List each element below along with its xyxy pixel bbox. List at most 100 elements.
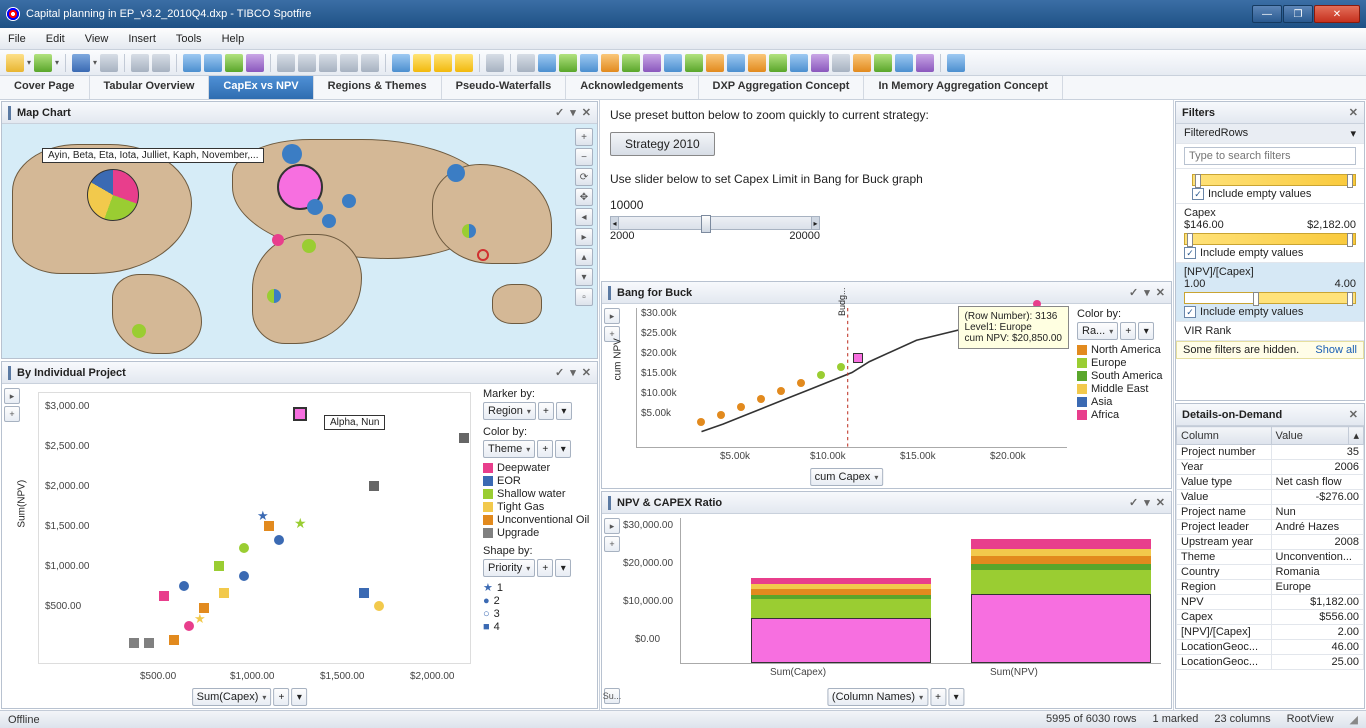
legend-item[interactable]: Tight Gas bbox=[483, 501, 593, 513]
extra2-viz-icon[interactable] bbox=[916, 54, 934, 72]
legend-item[interactable]: Unconventional Oil bbox=[483, 514, 593, 526]
scatter-x-add[interactable]: + bbox=[273, 688, 289, 706]
scatter-y-prev-icon[interactable]: ▸ bbox=[4, 388, 20, 404]
capex-range-slider[interactable] bbox=[1184, 233, 1356, 245]
scatter-markerby-dropdown[interactable]: Region▾ bbox=[483, 402, 536, 420]
details-close-icon[interactable]: ✕ bbox=[1349, 408, 1358, 421]
menu-insert[interactable]: Insert bbox=[128, 33, 156, 45]
tab-cover-page[interactable]: Cover Page bbox=[0, 76, 90, 99]
open-icon[interactable] bbox=[6, 54, 24, 72]
filter-search-input[interactable] bbox=[1184, 147, 1356, 165]
table-viz-icon[interactable] bbox=[517, 54, 535, 72]
legend-item[interactable]: EOR bbox=[483, 475, 593, 487]
scatter-shapeby-dropdown[interactable]: Priority▾ bbox=[483, 559, 535, 577]
menu-tools[interactable]: Tools bbox=[176, 33, 202, 45]
capex-limit-slider[interactable]: ◂ ▸ bbox=[610, 216, 820, 230]
npv-capex-chart-area[interactable]: $30,000.00 $20,000.00 $10,000.00 $0.00 bbox=[620, 514, 1171, 708]
tab-tabular-overview[interactable]: Tabular Overview bbox=[90, 76, 210, 99]
bar-viz-icon[interactable] bbox=[559, 54, 577, 72]
show-all-filters-link[interactable]: Show all bbox=[1315, 344, 1357, 356]
table-row[interactable]: Project leaderAndré Hazes bbox=[1177, 520, 1364, 535]
table-row[interactable]: Project nameNun bbox=[1177, 505, 1364, 520]
bookmark3-icon[interactable] bbox=[455, 54, 473, 72]
layout4-icon[interactable] bbox=[340, 54, 358, 72]
table-row[interactable]: RegionEurope bbox=[1177, 580, 1364, 595]
panel-close-icon[interactable]: ✕ bbox=[582, 106, 591, 119]
help-icon[interactable] bbox=[947, 54, 965, 72]
legend-item[interactable]: Deepwater bbox=[483, 462, 593, 474]
network-viz-icon[interactable] bbox=[874, 54, 892, 72]
scatter-x-menu[interactable]: ▾ bbox=[291, 688, 307, 706]
menu-help[interactable]: Help bbox=[222, 33, 245, 45]
crosstab-viz-icon[interactable] bbox=[538, 54, 556, 72]
tab-acknowledgements[interactable]: Acknowledgements bbox=[566, 76, 698, 99]
layout1-icon[interactable] bbox=[277, 54, 295, 72]
legend-item[interactable]: Europe bbox=[1077, 357, 1167, 369]
scatter-colorby-dropdown[interactable]: Theme▾ bbox=[483, 440, 535, 458]
treemap-viz-icon[interactable] bbox=[706, 54, 724, 72]
print-icon[interactable] bbox=[100, 54, 118, 72]
legend-item[interactable]: Upgrade bbox=[483, 527, 593, 539]
settings-icon[interactable] bbox=[246, 54, 264, 72]
undo-icon[interactable] bbox=[183, 54, 201, 72]
map-left-icon[interactable]: ◂ bbox=[575, 208, 593, 226]
menu-view[interactable]: View bbox=[85, 33, 109, 45]
table-row[interactable]: Project number35 bbox=[1177, 445, 1364, 460]
scatter-viz-icon[interactable] bbox=[643, 54, 661, 72]
parallel-viz-icon[interactable] bbox=[769, 54, 787, 72]
panel-menu-icon[interactable]: ▾ bbox=[570, 366, 576, 379]
npv-x-dropdown[interactable]: (Column Names)▾ bbox=[827, 688, 928, 706]
summary-viz-icon[interactable] bbox=[790, 54, 808, 72]
table-row[interactable]: NPV$1,182.00 bbox=[1177, 595, 1364, 610]
text-viz-icon[interactable] bbox=[832, 54, 850, 72]
ratio-range-slider[interactable] bbox=[1184, 292, 1356, 304]
map-extra-icon[interactable]: ▫ bbox=[575, 288, 593, 306]
table-row[interactable]: Value-$276.00 bbox=[1177, 490, 1364, 505]
legend-item[interactable]: South America bbox=[1077, 370, 1167, 382]
map-up-icon[interactable]: ▴ bbox=[575, 248, 593, 266]
tab-dxp-aggregation[interactable]: DXP Aggregation Concept bbox=[699, 76, 865, 99]
redo-icon[interactable] bbox=[204, 54, 222, 72]
status-resize-grip-icon[interactable]: ◢ bbox=[1350, 713, 1358, 726]
menu-edit[interactable]: Edit bbox=[46, 33, 65, 45]
tab-memory-aggregation[interactable]: In Memory Aggregation Concept bbox=[864, 76, 1063, 99]
bang-colorby-dropdown[interactable]: Ra...▾ bbox=[1077, 322, 1118, 340]
bookmark2-icon[interactable] bbox=[434, 54, 452, 72]
map-zoomin-icon[interactable]: + bbox=[575, 128, 593, 146]
map-right-icon[interactable]: ▸ bbox=[575, 228, 593, 246]
extra1-viz-icon[interactable] bbox=[895, 54, 913, 72]
tab-pseudo-waterfalls[interactable]: Pseudo-Waterfalls bbox=[442, 76, 567, 99]
bang-chart-area[interactable]: cum NPV $30.00k $25.00k $20.00k $15.00k … bbox=[620, 304, 1073, 488]
window-close-button[interactable]: ✕ bbox=[1314, 5, 1360, 23]
table-row[interactable]: ThemeUnconvention... bbox=[1177, 550, 1364, 565]
filters-close-icon[interactable]: ✕ bbox=[1349, 106, 1358, 119]
table-row[interactable]: LocationGeoc...46.00 bbox=[1177, 640, 1364, 655]
map-reset-icon[interactable]: ⟳ bbox=[575, 168, 593, 186]
kpi-viz-icon[interactable] bbox=[748, 54, 766, 72]
table-row[interactable]: Year2006 bbox=[1177, 460, 1364, 475]
legend-item[interactable]: Africa bbox=[1077, 409, 1167, 421]
table-row[interactable]: [NPV]/[Capex]2.00 bbox=[1177, 625, 1364, 640]
map-zoomout-icon[interactable]: − bbox=[575, 148, 593, 166]
menu-file[interactable]: File bbox=[8, 33, 26, 45]
panel-close-icon[interactable]: ✕ bbox=[582, 366, 591, 379]
tab-regions-themes[interactable]: Regions & Themes bbox=[314, 76, 442, 99]
pie-viz-icon[interactable] bbox=[622, 54, 640, 72]
tab-capex-vs-npv[interactable]: CapEx vs NPV bbox=[209, 76, 313, 99]
heatmap-viz-icon[interactable] bbox=[727, 54, 745, 72]
table-row[interactable]: LocationGeoc...25.00 bbox=[1177, 655, 1364, 670]
panel-confirm-icon[interactable]: ✓ bbox=[555, 366, 564, 379]
refresh-icon[interactable] bbox=[225, 54, 243, 72]
legend-item[interactable]: Shallow water bbox=[483, 488, 593, 500]
map-pan-icon[interactable]: ✥ bbox=[575, 188, 593, 206]
window-maximize-button[interactable]: ❐ bbox=[1283, 5, 1313, 23]
layout5-icon[interactable] bbox=[361, 54, 379, 72]
panel-menu-icon[interactable]: ▾ bbox=[570, 106, 576, 119]
copy-icon[interactable] bbox=[131, 54, 149, 72]
line-viz-icon[interactable] bbox=[580, 54, 598, 72]
map-viz-icon[interactable] bbox=[685, 54, 703, 72]
bang-x-dropdown[interactable]: cum Capex▾ bbox=[810, 468, 884, 486]
table-row[interactable]: Value typeNet cash flow bbox=[1177, 475, 1364, 490]
map-down-icon[interactable]: ▾ bbox=[575, 268, 593, 286]
layout2-icon[interactable] bbox=[298, 54, 316, 72]
